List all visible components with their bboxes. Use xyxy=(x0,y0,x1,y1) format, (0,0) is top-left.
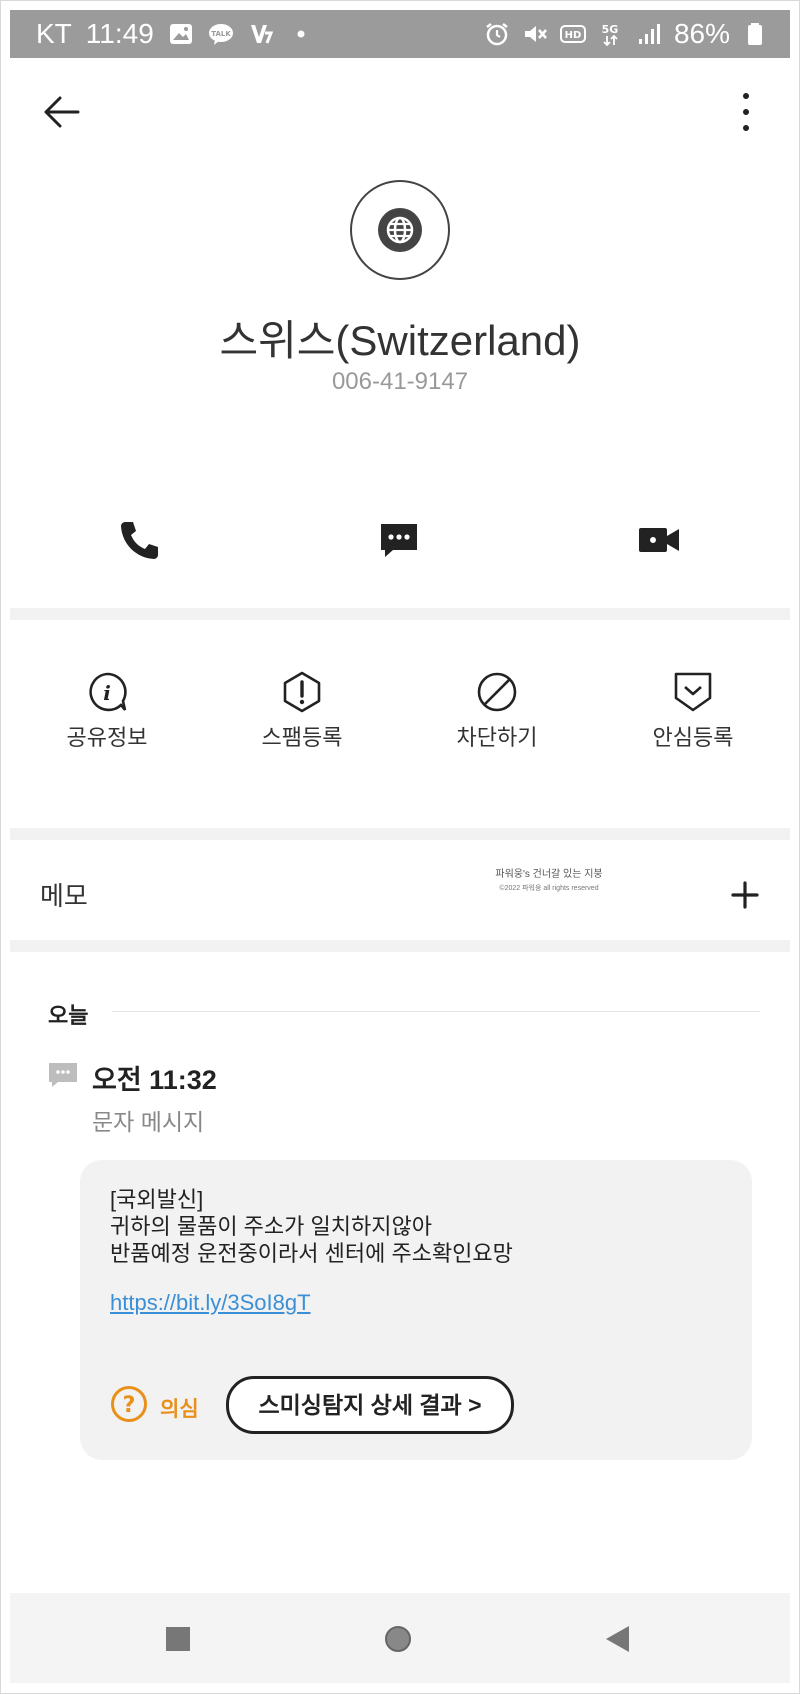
tool-label: 안심등록 xyxy=(652,725,734,750)
more-vertical-icon[interactable] xyxy=(736,90,756,134)
info-icon: i xyxy=(89,672,127,712)
navigation-bar xyxy=(10,1593,790,1683)
recent-apps-icon[interactable] xyxy=(162,1623,194,1655)
message-button[interactable] xyxy=(359,500,439,580)
call-button[interactable] xyxy=(99,500,179,580)
spam-icon xyxy=(283,671,321,713)
message-icon xyxy=(381,524,417,557)
back-triangle-icon[interactable] xyxy=(602,1623,634,1655)
message-bubble-icon xyxy=(49,1063,77,1087)
svg-text:?: ? xyxy=(123,1393,136,1418)
tool-label: 공유정보 xyxy=(66,725,148,750)
svg-text:TALK: TALK xyxy=(211,30,231,38)
memo-row[interactable]: 메모 파워웅's 건너갈 있는 지붕 ©2022 파워웅 all rights … xyxy=(10,840,790,940)
section-divider xyxy=(10,828,790,840)
dot-icon xyxy=(297,30,305,38)
phone-icon xyxy=(121,522,158,559)
message-link[interactable]: https://bit.ly/3SoI8gT xyxy=(110,1290,311,1316)
arrow-left-icon[interactable] xyxy=(40,90,84,134)
message-type: 문자 메시지 xyxy=(92,1109,205,1135)
avatar xyxy=(350,180,450,280)
smishing-detail-button[interactable]: 스미싱탐지 상세 결과 > xyxy=(226,1376,514,1434)
message-bubble: [국외발신] 귀하의 물품이 주소가 일치하지않아 반품예정 운전중이라서 센터… xyxy=(80,1160,752,1460)
history-section-line xyxy=(112,1011,760,1012)
contact-name: 스위스(Switzerland) xyxy=(219,317,581,364)
5g-icon: 5G xyxy=(602,23,619,47)
watermark-line: ©2022 파워웅 all rights reserved xyxy=(499,885,599,892)
svg-text:HD: HD xyxy=(565,30,582,41)
globe-icon xyxy=(378,208,422,252)
memo-label: 메모 xyxy=(40,881,88,911)
mute-icon xyxy=(524,26,547,42)
watermark-line: 파워웅's 건너갈 있는 지붕 xyxy=(495,869,603,880)
tool-spam-register[interactable]: 스팸등록 xyxy=(222,670,382,752)
carrier-label: KT xyxy=(36,18,72,49)
tool-block[interactable]: 차단하기 xyxy=(417,670,577,752)
video-call-button[interactable] xyxy=(619,500,699,580)
plus-icon[interactable] xyxy=(730,880,760,910)
hd-icon: HD xyxy=(559,25,586,43)
history-section-label: 오늘 xyxy=(48,1003,89,1028)
home-icon[interactable] xyxy=(382,1623,414,1655)
message-body: [국외발신] 귀하의 물품이 주소가 일치하지않아 반품예정 운전중이라서 센터… xyxy=(110,1187,513,1266)
battery-label: 86% xyxy=(673,18,730,49)
contact-number: 006-41-9147 xyxy=(331,368,469,395)
message-time: 오전 11:32 xyxy=(92,1065,217,1095)
image-icon xyxy=(169,24,192,44)
watermark: 파워웅's 건너갈 있는 지붕 ©2022 파워웅 all rights res… xyxy=(494,868,604,902)
suspect-label: 의심 xyxy=(160,1398,199,1421)
app-bar xyxy=(10,60,790,160)
svg-text:5G: 5G xyxy=(602,23,619,36)
tool-label: 차단하기 xyxy=(456,725,538,750)
signal-icon xyxy=(638,24,660,44)
kakao-talk-icon: TALK xyxy=(208,24,233,45)
section-divider xyxy=(10,608,790,620)
video-icon xyxy=(639,528,679,552)
status-right: HD 5G 86% xyxy=(484,18,790,50)
quick-actions xyxy=(10,500,790,580)
status-bar: KT 11:49 TALK HD 5G 86% xyxy=(10,10,790,58)
clock-label: 11:49 xyxy=(85,18,154,49)
alarm-icon xyxy=(486,23,508,46)
section-divider xyxy=(10,940,790,952)
tool-label: 스팸등록 xyxy=(261,725,343,750)
tool-safe-register[interactable]: 안심등록 xyxy=(613,670,773,752)
question-circle-icon: ? xyxy=(111,1386,147,1422)
svg-text:i: i xyxy=(103,681,111,705)
tool-shared-info[interactable]: i 공유정보 xyxy=(27,670,187,752)
battery-icon xyxy=(748,23,762,45)
safe-icon xyxy=(674,672,712,712)
status-left: KT 11:49 TALK xyxy=(10,18,314,50)
v3-icon xyxy=(250,25,273,44)
block-icon xyxy=(477,672,517,712)
tool-row: i 공유정보 스팸등록 차단하기 안심등록 xyxy=(10,670,790,770)
